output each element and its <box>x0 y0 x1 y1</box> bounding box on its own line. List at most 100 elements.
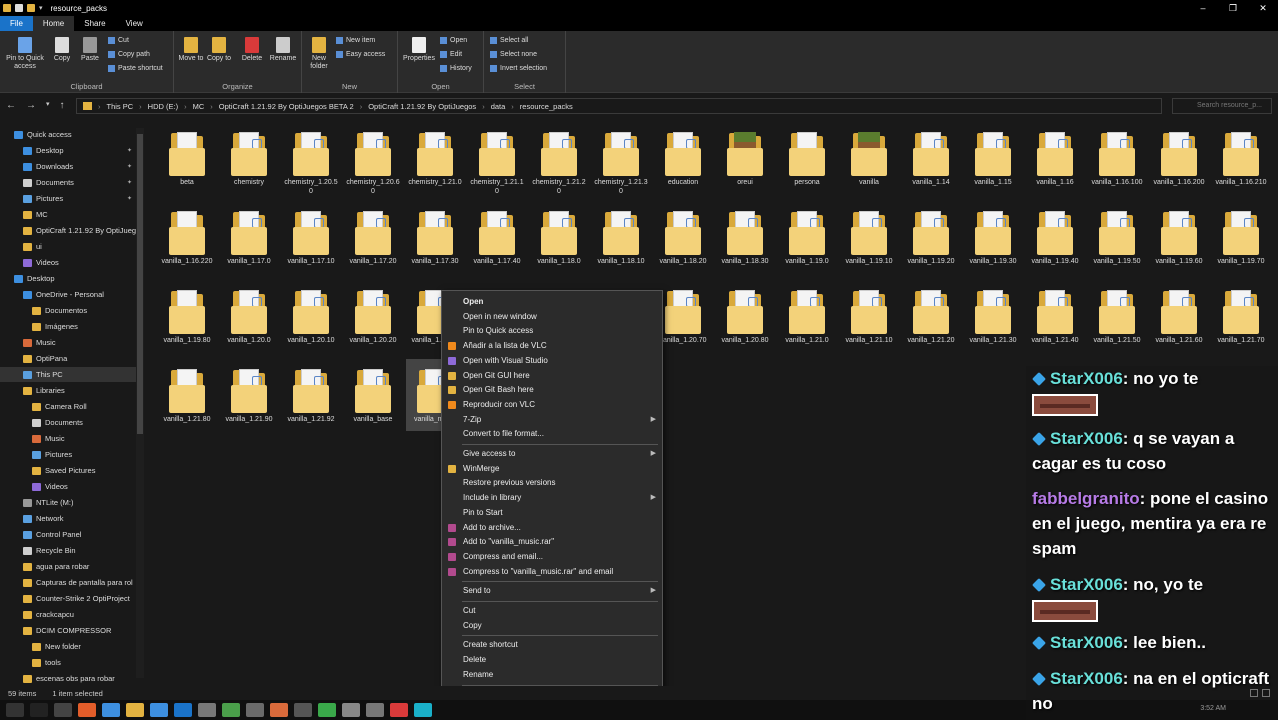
menu-item[interactable]: Añadir a la lista de VLC <box>442 339 662 353</box>
menu-item[interactable]: Compress to "vanilla_music.rar" and emai… <box>442 565 662 579</box>
nav-item[interactable]: crackcapcu <box>0 607 140 622</box>
nav-item[interactable]: Counter-Strike 2 OptiProject <box>0 591 140 606</box>
menu-item[interactable]: Rename <box>442 668 662 682</box>
settings-icon[interactable] <box>342 703 360 717</box>
menu-item[interactable]: Convert to file format... <box>442 427 662 441</box>
folder-item[interactable]: vanilla_1.21.90 <box>220 359 278 431</box>
tab-view[interactable]: View <box>116 16 153 31</box>
menu-item[interactable]: Add to archive... <box>442 521 662 535</box>
close-button[interactable]: ✕ <box>1248 0 1278 16</box>
forward-arrow-icon[interactable]: → <box>26 100 36 111</box>
nav-item[interactable]: Music <box>0 431 140 446</box>
breadcrumb-item[interactable]: OptiCraft 1.21.92 By OptiJuegos BETA 2 <box>219 102 354 111</box>
folder-item[interactable]: vanilla_1.17.0 <box>220 201 278 273</box>
nav-item[interactable]: MC <box>0 207 140 222</box>
folder-item[interactable]: vanilla_1.17.40 <box>468 201 526 273</box>
nav-item[interactable]: OptiPana <box>0 351 140 366</box>
folder-item[interactable]: vanilla_base <box>344 359 402 431</box>
edit-button[interactable]: Edit <box>440 51 462 58</box>
folder-item[interactable]: vanilla_1.21.10 <box>840 280 898 352</box>
folder-item[interactable]: vanilla_1.21.50 <box>1088 280 1146 352</box>
new-item-button[interactable]: New item <box>336 37 375 44</box>
folder-item[interactable]: chemistry <box>220 122 278 194</box>
nav-item[interactable]: ui <box>0 239 140 254</box>
nav-item[interactable]: This PC <box>0 367 140 382</box>
menu-item[interactable]: Give access to ▶ <box>442 447 662 461</box>
tab-share[interactable]: Share <box>74 16 115 31</box>
folder-item[interactable]: vanilla_1.18.0 <box>530 201 588 273</box>
search-input[interactable]: Search resource_p... <box>1172 98 1272 114</box>
copy-button[interactable]: Copy <box>50 37 74 63</box>
menu-item[interactable]: Create shortcut <box>442 638 662 652</box>
folder-item[interactable]: vanilla_1.17.20 <box>344 201 402 273</box>
menu-item[interactable]: Open Git Bash here <box>442 383 662 397</box>
folder-item[interactable]: chemistry_1.21.30 <box>592 122 650 195</box>
folder-item[interactable]: vanilla_1.21.20 <box>902 280 960 352</box>
nav-item[interactable]: Downloads ✦ <box>0 159 140 174</box>
menu-item[interactable]: Add to "vanilla_music.rar" <box>442 535 662 549</box>
up-arrow-icon[interactable]: ↑ <box>60 100 65 111</box>
terminal-icon[interactable] <box>294 703 312 717</box>
folder-item[interactable]: vanilla_1.21.70 <box>1212 280 1270 352</box>
nav-item[interactable]: Libraries <box>0 383 140 398</box>
firefox-icon[interactable] <box>78 703 96 717</box>
nav-item[interactable]: New folder <box>0 639 140 654</box>
nav-item[interactable]: DCIM COMPRESSOR <box>0 623 140 638</box>
folder-item[interactable]: vanilla_1.21.0 <box>778 280 836 352</box>
folder-item[interactable]: vanilla_1.14 <box>902 122 960 194</box>
nav-item[interactable]: Saved Pictures <box>0 463 140 478</box>
properties-icon[interactable] <box>15 4 23 12</box>
folder-item[interactable]: chemistry_1.20.50 <box>282 122 340 195</box>
nav-item[interactable]: NTLite (M:) <box>0 495 140 510</box>
folder-item[interactable]: vanilla_1.20.0 <box>220 280 278 352</box>
file-explorer-icon[interactable] <box>126 703 144 717</box>
menu-item[interactable]: Reproducir con VLC <box>442 398 662 412</box>
folder-item[interactable]: vanilla_1.16.210 <box>1212 122 1270 194</box>
folder-item[interactable]: vanilla_1.16 <box>1026 122 1084 194</box>
breadcrumb-item[interactable]: HDD (E:) <box>148 102 178 111</box>
nav-item[interactable]: tools <box>0 655 140 670</box>
nav-item[interactable]: Camera Roll <box>0 399 140 414</box>
folder-item[interactable]: chemistry_1.21.20 <box>530 122 588 195</box>
obs-icon[interactable] <box>54 703 72 717</box>
open-button[interactable]: Open <box>440 37 467 44</box>
notepad-icon[interactable] <box>198 703 216 717</box>
nav-item[interactable]: Desktop <box>0 271 140 286</box>
device-icon[interactable] <box>366 703 384 717</box>
folder-item[interactable]: vanilla_1.16.220 <box>158 201 216 273</box>
paste-button[interactable]: Paste <box>78 37 102 63</box>
nav-item[interactable]: Documents <box>0 415 140 430</box>
nav-item[interactable]: escenas obs para robar <box>0 671 140 686</box>
breadcrumb-item[interactable]: MC <box>193 102 205 111</box>
folder-item[interactable]: vanilla_1.17.30 <box>406 201 464 273</box>
chevron-down-icon[interactable]: ▾ <box>46 100 50 111</box>
folder-item[interactable]: chemistry_1.21.0 <box>406 122 464 194</box>
paste-shortcut-button[interactable]: Paste shortcut <box>108 65 163 72</box>
select-all-button[interactable]: Select all <box>490 37 528 44</box>
photos-icon[interactable] <box>222 703 240 717</box>
easy-access-button[interactable]: Easy access <box>336 51 385 58</box>
cut-button[interactable]: Cut <box>108 37 129 44</box>
nav-item[interactable]: Recycle Bin <box>0 543 140 558</box>
nav-item[interactable]: Documents ✦ <box>0 175 140 190</box>
folder-item[interactable]: persona <box>778 122 836 194</box>
new-folder-button[interactable]: New folder <box>306 37 332 71</box>
start-button[interactable] <box>6 703 24 717</box>
copy-to-button[interactable]: Copy to <box>206 37 232 63</box>
invert-selection-button[interactable]: Invert selection <box>490 65 547 72</box>
breadcrumb-item[interactable]: resource_packs <box>520 102 573 111</box>
calculator-icon[interactable] <box>246 703 264 717</box>
folder-item[interactable]: vanilla_1.21.60 <box>1150 280 1208 352</box>
breadcrumb-item[interactable]: OptiCraft 1.21.92 By OptiJuegos <box>368 102 476 111</box>
move-to-button[interactable]: Move to <box>178 37 204 63</box>
nav-item[interactable]: Imágenes <box>0 319 140 334</box>
menu-item[interactable]: Send to ▶ <box>442 584 662 598</box>
folder-item[interactable]: vanilla_1.21.80 <box>158 359 216 431</box>
folder-item[interactable]: vanilla_1.19.0 <box>778 201 836 273</box>
menu-item[interactable]: WinMerge <box>442 462 662 476</box>
folder-item[interactable]: vanilla_1.19.20 <box>902 201 960 273</box>
folder-item[interactable]: beta <box>158 122 216 194</box>
nav-item[interactable]: Videos <box>0 255 140 270</box>
nav-scrollbar[interactable] <box>136 128 144 678</box>
pin-quick-access-button[interactable]: Pin to Quick access <box>4 37 46 71</box>
